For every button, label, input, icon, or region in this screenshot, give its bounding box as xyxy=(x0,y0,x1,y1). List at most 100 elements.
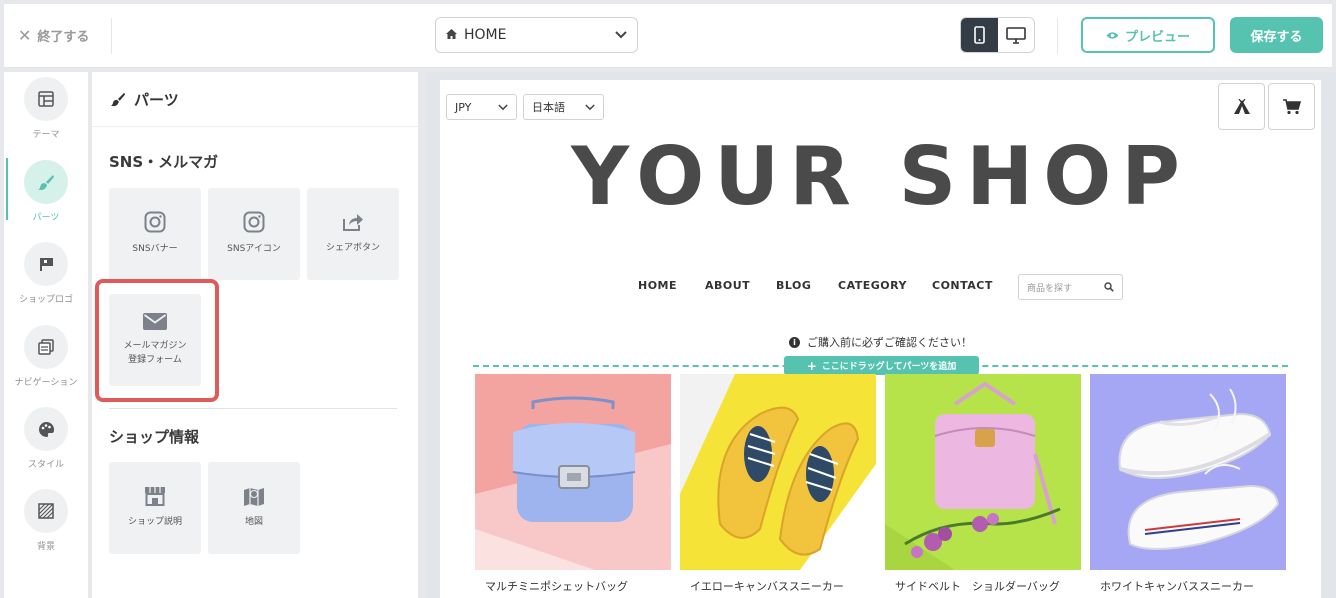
brush-icon xyxy=(24,160,68,204)
divider xyxy=(111,18,112,54)
language-select[interactable]: 日本語 xyxy=(523,94,604,120)
rail-label: ナビゲーション xyxy=(14,378,78,388)
tile-shop-description[interactable]: ショップ説明 xyxy=(109,462,201,554)
map-icon xyxy=(244,488,264,507)
drop-zone-button[interactable]: + ここにドラッグしてパーツを追加 xyxy=(784,356,979,375)
product-card[interactable]: イエローキャンバススニーカー xyxy=(680,374,876,594)
product-card[interactable]: マルチミニポシェットバッグ xyxy=(475,374,671,594)
tile-label: 地図 xyxy=(244,517,263,528)
flag-icon xyxy=(24,242,68,286)
store-icon xyxy=(145,487,165,507)
tile-label-line2: 登録フォーム xyxy=(128,354,182,365)
search-placeholder: 商品を探す xyxy=(1027,283,1073,294)
rail-item-parts[interactable]: パーツ xyxy=(4,155,88,233)
rail-label: 背景 xyxy=(36,542,55,552)
info-icon: i xyxy=(789,336,800,348)
tile-map[interactable]: 地図 xyxy=(208,462,300,554)
smartphone-icon xyxy=(973,26,985,44)
desktop-view-button[interactable] xyxy=(998,18,1035,52)
share-icon xyxy=(343,214,363,232)
tile-label: SNSアイコン xyxy=(227,244,281,255)
layout-icon xyxy=(24,77,68,121)
chevron-down-icon xyxy=(498,103,508,110)
product-card[interactable]: ホワイトキャンバススニーカー xyxy=(1090,374,1286,594)
background-icon xyxy=(24,489,68,533)
tent-icon xyxy=(1233,98,1250,114)
shop-title: YOUR SHOP xyxy=(571,130,1190,223)
divider xyxy=(1057,18,1058,54)
preview-area: JPY 日本語 YOUR SHOP HOME ABOUT BLOG CATEGO… xyxy=(426,72,1336,598)
cart-button[interactable] xyxy=(1268,83,1315,130)
top-bar: ✕ 終了する HOME プレビュー 保存する xyxy=(4,4,1332,68)
rail-item-navigation[interactable]: ナビゲーション xyxy=(4,320,88,398)
tile-sns-icon[interactable]: SNSアイコン xyxy=(208,188,300,280)
eye-icon xyxy=(1106,31,1119,39)
home-icon xyxy=(446,28,457,42)
desktop-icon xyxy=(1005,26,1026,44)
mobile-view-button[interactable] xyxy=(961,18,998,52)
drop-zone-label: ここにドラッグしてパーツを追加 xyxy=(821,362,957,372)
tile-label-line1: メールマガジン xyxy=(123,341,187,352)
tent-button[interactable] xyxy=(1218,83,1265,130)
rail-label: テーマ xyxy=(32,130,60,140)
close-icon: ✕ xyxy=(18,25,32,45)
product-name[interactable]: ホワイトキャンバススニーカー xyxy=(1090,578,1286,594)
section-title-sns: SNS・メルマガ xyxy=(109,153,219,171)
product-card[interactable]: サイドベルト ショルダーバッグ xyxy=(885,374,1081,594)
panel-title: パーツ xyxy=(134,90,179,109)
chevron-down-icon xyxy=(615,31,627,39)
nav-about[interactable]: ABOUT xyxy=(705,279,750,292)
rail-label: スタイル xyxy=(27,460,64,470)
tile-label: ショップ説明 xyxy=(127,517,182,528)
shop-canvas: JPY 日本語 YOUR SHOP HOME ABOUT BLOG CATEGO… xyxy=(440,80,1321,598)
search-input[interactable]: 商品を探す xyxy=(1018,274,1123,300)
rail-item-theme[interactable]: テーマ xyxy=(4,72,88,150)
panel-header: パーツ xyxy=(92,72,418,127)
notice-text: ご購入前に必ずご確認ください！ xyxy=(807,336,972,349)
tile-label: メールマガジン 登録フォーム xyxy=(123,340,186,366)
brush-icon xyxy=(110,92,126,107)
parts-panel: パーツ SNS・メルマガ SNSバナー SNSアイコン シェアボタン メールマガ… xyxy=(92,72,418,598)
navigation-icon xyxy=(24,325,68,369)
product-name[interactable]: サイドベルト ショルダーバッグ xyxy=(885,578,1081,594)
save-button[interactable]: 保存する xyxy=(1230,17,1323,53)
product-image[interactable] xyxy=(885,374,1081,570)
tile-label: SNSバナー xyxy=(132,244,178,255)
currency-select[interactable]: JPY xyxy=(446,94,517,120)
rail-item-shop-logo[interactable]: ショップロゴ xyxy=(4,237,88,315)
section-title-shop-info: ショップ情報 xyxy=(109,428,200,446)
tile-sns-banner[interactable]: SNSバナー xyxy=(109,188,201,280)
language-value: 日本語 xyxy=(532,101,565,114)
search-icon xyxy=(1104,282,1114,292)
notice-banner: i ご購入前に必ずご確認ください！ xyxy=(440,334,1321,350)
tile-newsletter-form[interactable]: メールマガジン 登録フォーム xyxy=(109,294,201,386)
tile-share-button[interactable]: シェアボタン xyxy=(307,188,399,280)
product-image[interactable] xyxy=(475,374,671,570)
product-image[interactable] xyxy=(1090,374,1286,570)
currency-value: JPY xyxy=(455,100,472,114)
nav-home[interactable]: HOME xyxy=(638,279,677,292)
product-image[interactable] xyxy=(680,374,876,570)
preview-button[interactable]: プレビュー xyxy=(1081,17,1215,53)
nav-contact[interactable]: CONTACT xyxy=(932,279,993,292)
mail-icon xyxy=(143,313,167,331)
instagram-icon xyxy=(243,211,265,233)
rail-label: ショップロゴ xyxy=(18,295,73,305)
preview-label: プレビュー xyxy=(1124,29,1190,45)
plus-icon: + xyxy=(806,358,817,373)
instagram-icon xyxy=(144,211,166,233)
palette-icon xyxy=(24,407,68,451)
cart-icon xyxy=(1282,98,1301,114)
exit-button[interactable]: ✕ 終了する xyxy=(18,26,89,45)
product-name[interactable]: マルチミニポシェットバッグ xyxy=(475,578,671,594)
nav-category[interactable]: CATEGORY xyxy=(838,279,907,292)
chevron-down-icon xyxy=(585,103,595,110)
nav-blog[interactable]: BLOG xyxy=(776,279,811,292)
page-select[interactable]: HOME xyxy=(435,17,638,53)
rail-item-background[interactable]: 背景 xyxy=(4,484,88,562)
tile-label: シェアボタン xyxy=(325,243,380,254)
rail-item-style[interactable]: スタイル xyxy=(4,402,88,480)
product-name[interactable]: イエローキャンバススニーカー xyxy=(680,578,876,594)
page-select-value: HOME xyxy=(464,27,507,43)
rail-label: パーツ xyxy=(32,213,60,223)
